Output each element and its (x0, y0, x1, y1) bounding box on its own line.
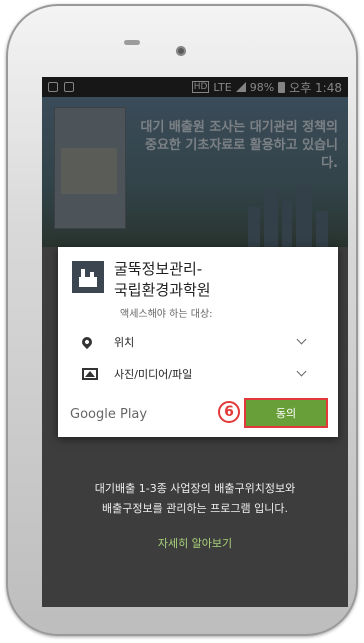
chevron-down-icon[interactable] (296, 334, 307, 345)
app-title-line1: 굴뚝정보관리- (114, 260, 203, 278)
permission-media-label: 사진/미디어/파일 (114, 368, 193, 381)
phone-frame: HD LTE 98% 오후 1:48 대기 배출원 조사는 대기관리 정책의 중… (6, 4, 358, 636)
permission-location[interactable]: 위치 (58, 327, 338, 357)
permission-location-label: 위치 (114, 336, 135, 349)
location-pin-icon (79, 334, 95, 350)
step-number-badge: 6 (218, 401, 240, 423)
description-line1: 대기배출 1-3종 사업장의 배출구위치정보와 (94, 482, 296, 495)
read-more-link[interactable]: 자세히 알아보기 (42, 535, 348, 551)
phone-screen: HD LTE 98% 오후 1:48 대기 배출원 조사는 대기관리 정책의 중… (42, 77, 348, 607)
app-title: 굴뚝정보관리- 국립환경과학원 (114, 259, 211, 301)
factory-icon (72, 261, 104, 293)
app-description: 대기배출 1-3종 사업장의 배출구위치정보와 배출구정보를 관리하는 프로그램… (42, 479, 348, 519)
front-camera (176, 46, 186, 56)
description-line2: 배출구정보를 관리하는 프로그램 입니다. (101, 502, 289, 515)
permission-media[interactable]: 사진/미디어/파일 (58, 359, 338, 389)
chevron-down-icon[interactable] (296, 366, 307, 377)
app-title-line2: 국립환경과학원 (114, 281, 211, 299)
agree-button[interactable]: 동의 (244, 398, 328, 428)
permission-dialog: 굴뚝정보관리- 국립환경과학원 액세스해야 하는 대상: 위치 사진/미디어/파… (58, 247, 338, 437)
google-play-label: Google Play (70, 407, 148, 422)
photo-media-icon (82, 368, 98, 380)
access-label: 액세스해야 하는 대상: (120, 309, 213, 320)
speaker-grille (124, 40, 140, 45)
